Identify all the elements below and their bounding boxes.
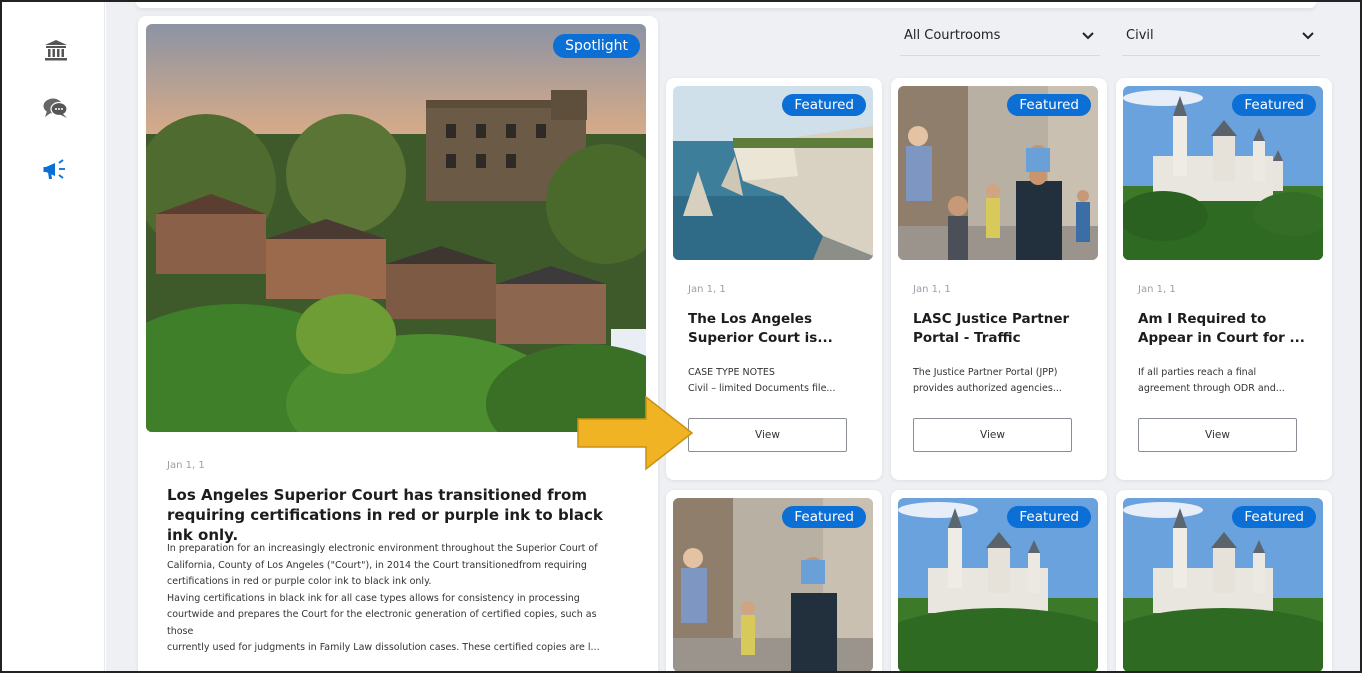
card-description-line: The Justice Partner Portal (JPP): [913, 367, 1058, 378]
spotlight-paragraph: currently used for judgments in Family L…: [167, 642, 600, 653]
featured-card[interactable]: Featured Jan 1, 1 Am I Required to Appea…: [1116, 78, 1332, 480]
chevron-down-icon: [1302, 32, 1314, 40]
spotlight-badge: Spotlight: [553, 34, 640, 58]
card-description-line: agreement through ODR and...: [1138, 383, 1285, 394]
card-description-line: CASE TYPE NOTES: [688, 367, 775, 378]
courtroom-select-value: All Courtrooms: [904, 28, 1001, 43]
spotlight-image: [146, 24, 646, 432]
top-bar: [136, 2, 1316, 8]
featured-badge: Featured: [1232, 506, 1316, 528]
announcements-main: Spotlight Jan 1, 1 Los Angeles Superior …: [106, 2, 1360, 673]
spotlight-paragraph: In preparation for an increasingly elect…: [167, 543, 598, 587]
featured-card[interactable]: Featured: [666, 490, 882, 673]
view-button[interactable]: View: [688, 418, 847, 452]
featured-badge: Featured: [1232, 94, 1316, 116]
featured-card[interactable]: Featured Jan 1, 1 LASC Justice Partner P…: [891, 78, 1107, 480]
card-date: Jan 1, 1: [913, 284, 951, 295]
card-description: CASE TYPE NOTES Civil – limited Document…: [688, 365, 868, 397]
featured-badge: Featured: [782, 94, 866, 116]
card-description-line: provides authorized agencies...: [913, 383, 1062, 394]
spotlight-body: In preparation for an increasingly elect…: [167, 541, 637, 657]
card-description-line: If all parties reach a final: [1138, 367, 1257, 378]
courtroom-select[interactable]: All Courtrooms: [900, 20, 1100, 56]
case-type-select-value: Civil: [1126, 28, 1154, 43]
card-description: The Justice Partner Portal (JPP) provide…: [913, 365, 1093, 397]
case-type-select[interactable]: Civil: [1122, 20, 1320, 56]
chat-icon[interactable]: [42, 94, 70, 122]
megaphone-icon[interactable]: [42, 156, 70, 184]
spotlight-title[interactable]: Los Angeles Superior Court has transitio…: [167, 485, 627, 545]
courthouse-glyph: [45, 40, 67, 61]
spotlight-date: Jan 1, 1: [167, 460, 205, 471]
card-title[interactable]: Am I Required to Appear in Court for ...: [1138, 310, 1318, 348]
card-date: Jan 1, 1: [1138, 284, 1176, 295]
featured-badge: Featured: [782, 506, 866, 528]
courthouse-icon[interactable]: [42, 36, 70, 64]
featured-badge: Featured: [1007, 94, 1091, 116]
view-button[interactable]: View: [1138, 418, 1297, 452]
chat-glyph: [43, 98, 68, 118]
card-title[interactable]: LASC Justice Partner Portal - Traffic: [913, 310, 1093, 348]
card-title[interactable]: The Los Angeles Superior Court is...: [688, 310, 868, 348]
chevron-down-icon: [1082, 32, 1094, 40]
pointer-arrow-icon: [577, 395, 694, 471]
featured-card[interactable]: Featured Jan 1, 1 The Los Angeles Superi…: [666, 78, 882, 480]
card-date: Jan 1, 1: [688, 284, 726, 295]
card-description: If all parties reach a final agreement t…: [1138, 365, 1318, 397]
sidebar: [2, 2, 105, 671]
featured-card[interactable]: Featured: [891, 490, 1107, 673]
megaphone-glyph: [43, 159, 65, 179]
spotlight-card[interactable]: Spotlight Jan 1, 1 Los Angeles Superior …: [138, 16, 658, 673]
featured-badge: Featured: [1007, 506, 1091, 528]
card-description-line: Civil – limited Documents file...: [688, 383, 836, 394]
spotlight-paragraph: Having certifications in black ink for a…: [167, 592, 597, 637]
view-button[interactable]: View: [913, 418, 1072, 452]
featured-card[interactable]: Featured: [1116, 490, 1332, 673]
castle-town-photo: [146, 24, 646, 432]
